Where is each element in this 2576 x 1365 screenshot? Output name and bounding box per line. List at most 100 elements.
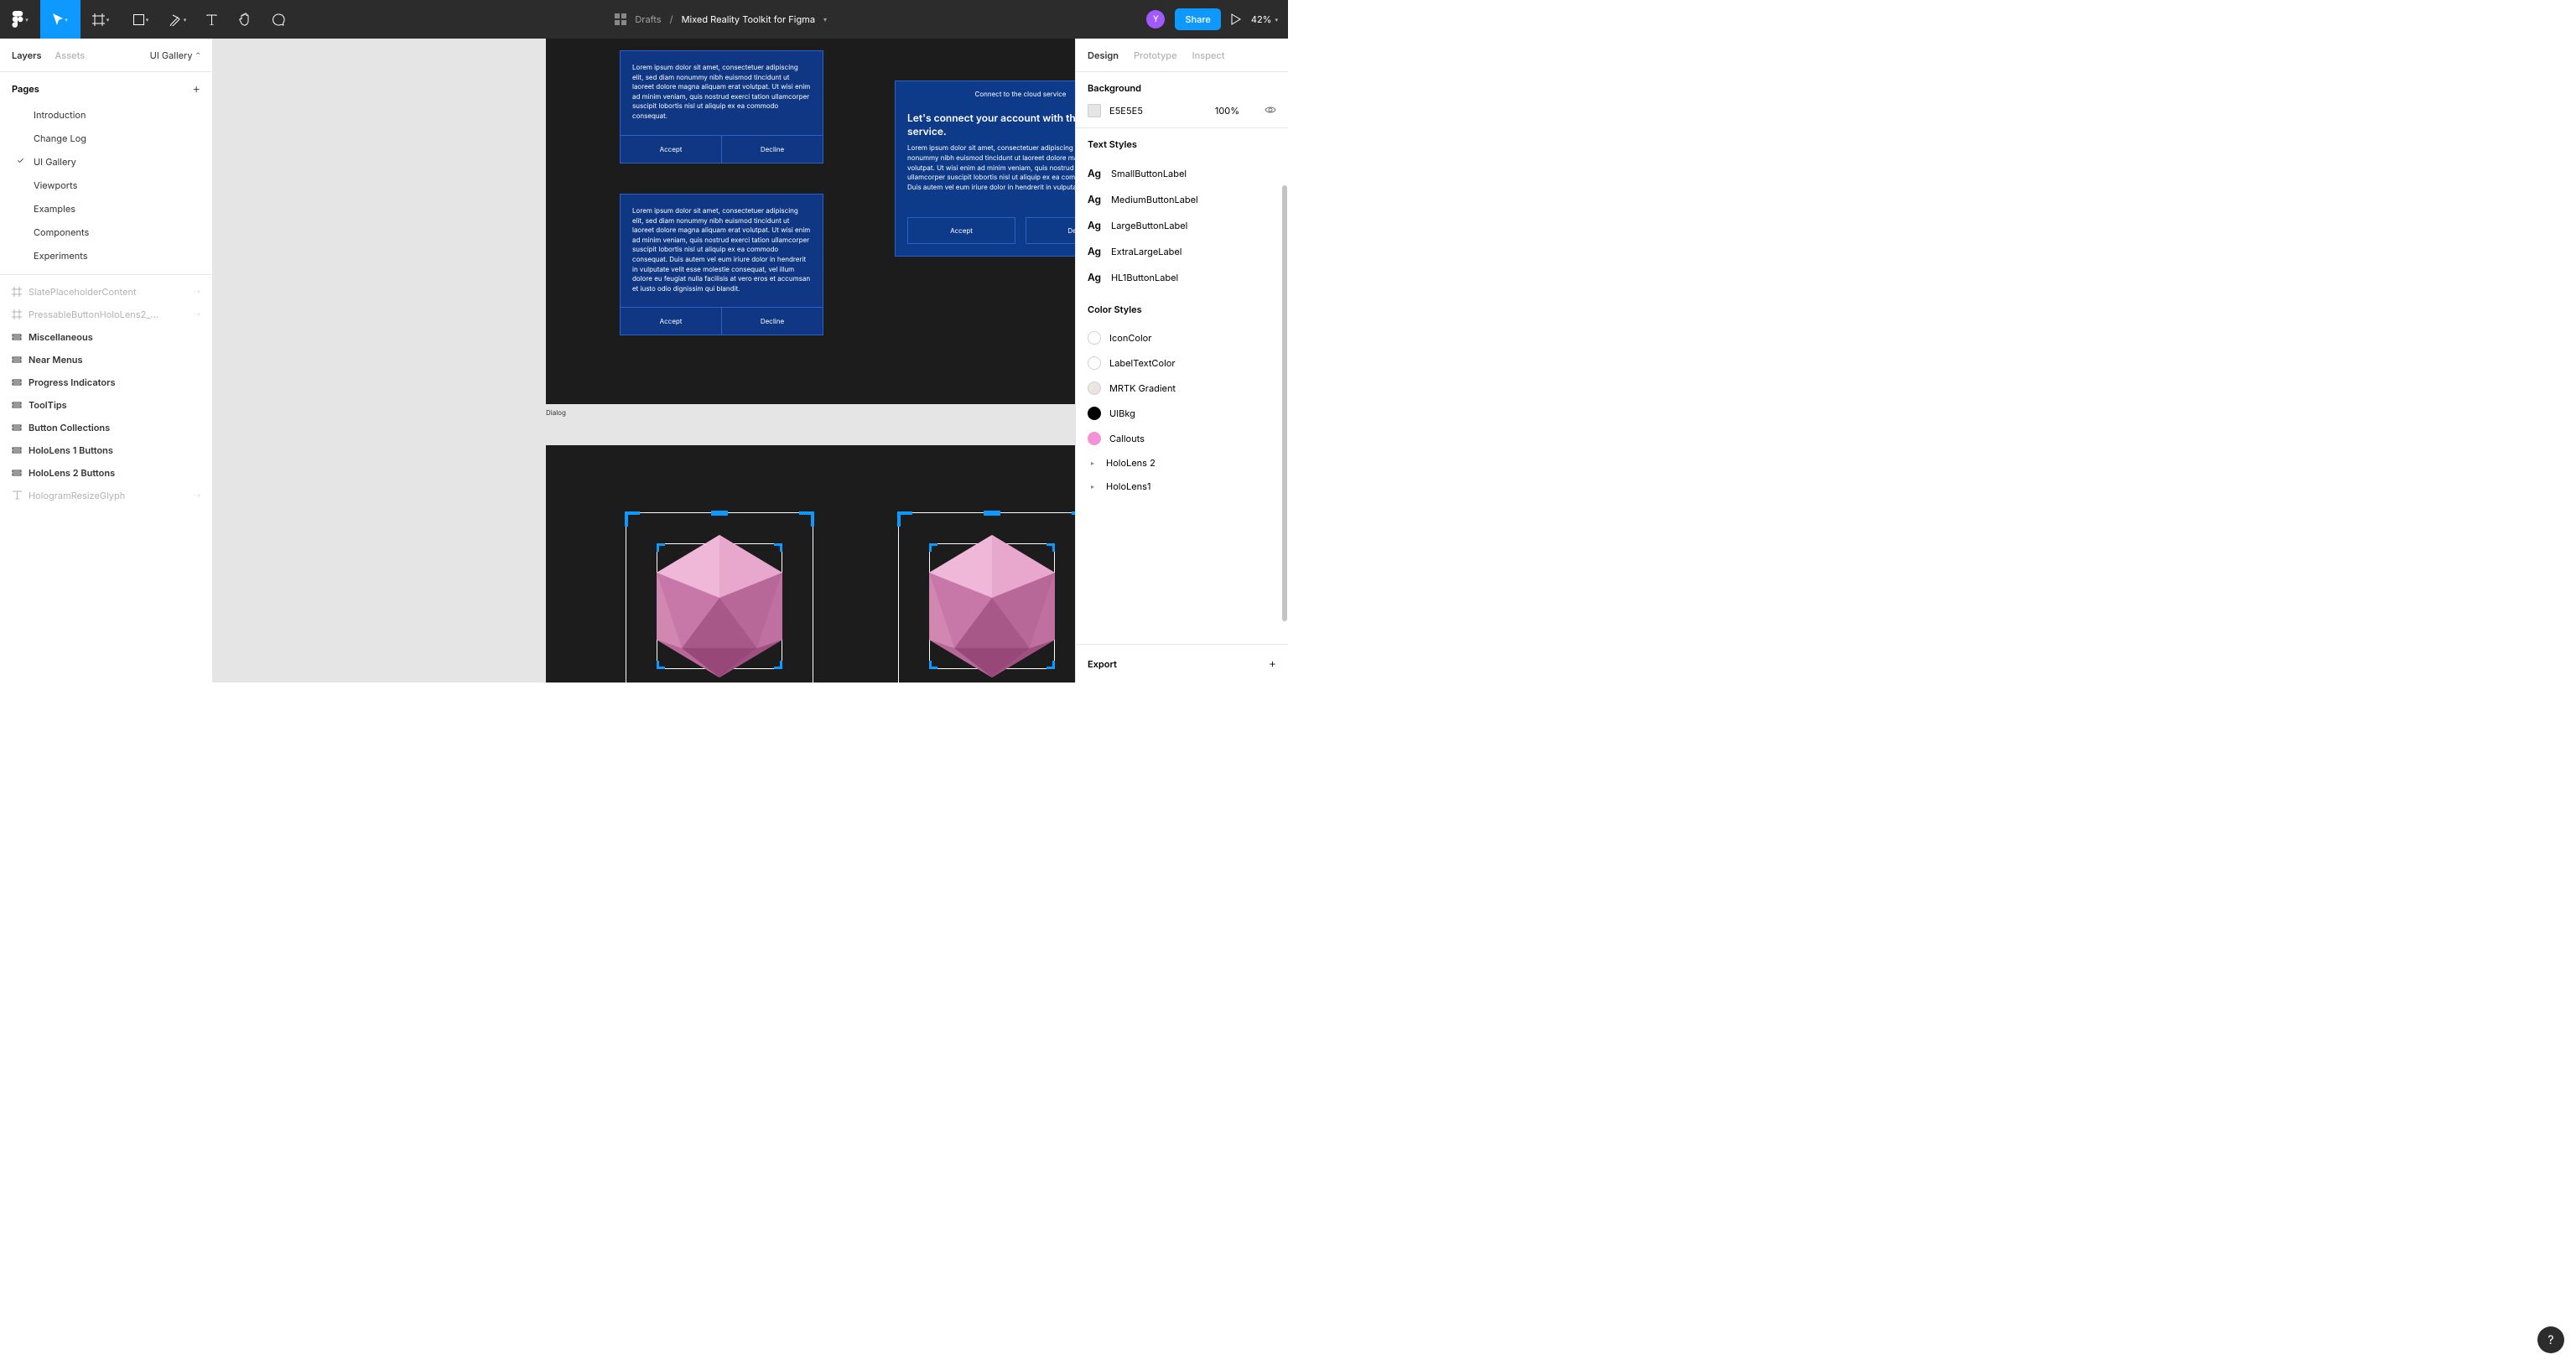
page-item[interactable]: Components <box>0 221 212 244</box>
move-tool-button[interactable]: ▾ <box>40 0 80 39</box>
toolbar-left-group: ▾ ▾ ▾ ▾ ▾ <box>0 0 295 39</box>
color-style-item[interactable]: Callouts <box>1088 426 1276 451</box>
accept-button[interactable]: Accept <box>907 217 1015 244</box>
left-panel-tabs: Layers Assets UI Gallery ⌃ <box>0 39 212 72</box>
visibility-toggle-icon[interactable] <box>1265 105 1276 117</box>
text-styles-section: Text Styles AgSmallButtonLabelAgMediumBu… <box>1076 128 1288 293</box>
background-header: Background <box>1088 82 1276 94</box>
layer-item[interactable]: ToolTips <box>0 393 212 416</box>
dialog-header: Connect to the cloud service <box>896 81 1075 106</box>
bounding-box-2[interactable] <box>898 512 1075 682</box>
color-swatch <box>1088 381 1101 395</box>
page-item[interactable]: Viewports <box>0 174 212 197</box>
window-icon <box>615 13 626 25</box>
page-selector[interactable]: UI Gallery ⌃ <box>150 49 200 61</box>
text-style-item[interactable]: AgSmallButtonLabel <box>1088 160 1276 186</box>
layer-item[interactable]: HologramResizeGlyph⇢ <box>0 484 212 506</box>
text-style-item[interactable]: AgHL1ButtonLabel <box>1088 264 1276 290</box>
autolayout-icon <box>12 445 22 455</box>
layer-item[interactable]: Progress Indicators <box>0 371 212 393</box>
text-style-preview: Ag <box>1088 193 1103 205</box>
add-export-button[interactable]: + <box>1269 657 1276 671</box>
decline-button[interactable]: Decline <box>1026 217 1075 244</box>
text-style-item[interactable]: AgMediumButtonLabel <box>1088 186 1276 212</box>
background-row[interactable]: E5E5E5 100% <box>1088 104 1276 117</box>
right-panel-scrollbar[interactable] <box>1282 76 1287 496</box>
color-swatch <box>1088 407 1101 420</box>
pen-tool-button[interactable]: ▾ <box>161 0 195 39</box>
link-icon: ⇢ <box>194 287 200 297</box>
page-item[interactable]: Examples <box>0 197 212 221</box>
tab-layers[interactable]: Layers <box>12 49 42 61</box>
layer-item[interactable]: HoloLens 1 Buttons <box>0 439 212 461</box>
dialog-body-text: Lorem ipsum dolor sit amet, consectetuer… <box>621 195 823 307</box>
main-toolbar: ▾ ▾ ▾ ▾ ▾ Drafts / Mixed Real <box>0 0 1288 39</box>
background-opacity[interactable]: 100% <box>1215 105 1239 117</box>
tab-prototype[interactable]: Prototype <box>1134 49 1177 61</box>
help-button[interactable]: ? <box>2537 1326 2564 1353</box>
text-style-item[interactable]: AgExtraLargeLabel <box>1088 238 1276 264</box>
toolbar-title-area[interactable]: Drafts / Mixed Reality Toolkit for Figma… <box>295 13 1146 25</box>
color-style-group[interactable]: ▸HoloLens1 <box>1088 475 1276 498</box>
tab-design[interactable]: Design <box>1088 49 1119 61</box>
dialog-large[interactable]: Connect to the cloud service Let's conne… <box>895 80 1075 257</box>
color-style-item[interactable]: IconColor <box>1088 325 1276 350</box>
text-tool-button[interactable] <box>195 0 228 39</box>
decline-button[interactable]: Decline <box>721 308 823 335</box>
dialog-small-1[interactable]: Lorem ipsum dolor sit amet, consectetuer… <box>620 50 823 163</box>
separator: / <box>670 13 673 25</box>
zoom-control[interactable]: 42% ▾ <box>1251 13 1278 25</box>
background-swatch[interactable] <box>1088 104 1101 117</box>
present-button[interactable] <box>1231 13 1241 25</box>
layer-item[interactable]: Miscellaneous <box>0 325 212 348</box>
export-section[interactable]: Export + <box>1076 644 1288 682</box>
shape-tool-button[interactable]: ▾ <box>121 0 161 39</box>
dialog-body-text: Lorem ipsum dolor sit amet, consectetuer… <box>621 51 823 135</box>
canvas-frame-dialogs[interactable]: Lorem ipsum dolor sit amet, consectetuer… <box>546 39 1075 404</box>
text-style-preview: Ag <box>1088 167 1103 179</box>
color-swatch <box>1088 356 1101 370</box>
icosahedron-icon <box>921 531 1063 682</box>
add-page-button[interactable]: + <box>192 80 200 96</box>
color-style-item[interactable]: MRTK Gradient <box>1088 376 1276 401</box>
layer-item[interactable]: SlatePlaceholderContent⇢ <box>0 280 212 303</box>
share-button[interactable]: Share <box>1175 8 1220 30</box>
tab-assets[interactable]: Assets <box>55 49 86 61</box>
accept-button[interactable]: Accept <box>621 136 721 163</box>
canvas-area[interactable]: Lorem ipsum dolor sit amet, consectetuer… <box>213 39 1075 682</box>
frame-tool-button[interactable]: ▾ <box>80 0 121 39</box>
background-hex[interactable]: E5E5E5 <box>1109 105 1143 117</box>
figma-menu-button[interactable]: ▾ <box>0 0 40 39</box>
accept-button[interactable]: Accept <box>621 308 721 335</box>
tab-inspect[interactable]: Inspect <box>1192 49 1225 61</box>
user-avatar[interactable]: Y <box>1146 10 1165 29</box>
layer-item[interactable]: HoloLens 2 Buttons <box>0 461 212 484</box>
autolayout-icon <box>12 332 22 342</box>
layer-item[interactable]: PressableButtonHoloLens2_...⇢ <box>0 303 212 325</box>
link-icon: ⇢ <box>194 309 200 319</box>
page-item[interactable]: UI Gallery <box>0 150 212 174</box>
text-style-item[interactable]: AgLargeButtonLabel <box>1088 212 1276 238</box>
frame-label[interactable]: Dialog <box>546 408 566 417</box>
color-style-group[interactable]: ▸HoloLens 2 <box>1088 451 1276 475</box>
text-style-preview: Ag <box>1088 271 1103 283</box>
color-style-item[interactable]: LabelTextColor <box>1088 350 1276 376</box>
decline-button[interactable]: Decline <box>721 136 823 163</box>
comment-tool-button[interactable] <box>262 0 295 39</box>
autolayout-icon <box>12 400 22 410</box>
page-item[interactable]: Introduction <box>0 103 212 127</box>
color-styles-section: Color Styles IconColorLabelTextColorMRTK… <box>1076 293 1288 508</box>
page-item[interactable]: Change Log <box>0 127 212 150</box>
layer-item[interactable]: Button Collections <box>0 416 212 439</box>
canvas-frame-bounding-boxes[interactable] <box>546 445 1075 682</box>
chevron-up-icon: ⌃ <box>196 51 200 59</box>
page-item[interactable]: Experiments <box>0 244 212 267</box>
bounding-box-1[interactable] <box>626 512 813 682</box>
color-style-item[interactable]: UIBkg <box>1088 401 1276 426</box>
layer-item[interactable]: Near Menus <box>0 348 212 371</box>
link-icon: ⇢ <box>194 490 200 501</box>
dialog-small-2[interactable]: Lorem ipsum dolor sit amet, consectetuer… <box>620 194 823 335</box>
hand-tool-button[interactable] <box>228 0 262 39</box>
chevron-down-icon: ▾ <box>1275 16 1278 23</box>
chevron-right-icon: ▸ <box>1091 459 1094 467</box>
